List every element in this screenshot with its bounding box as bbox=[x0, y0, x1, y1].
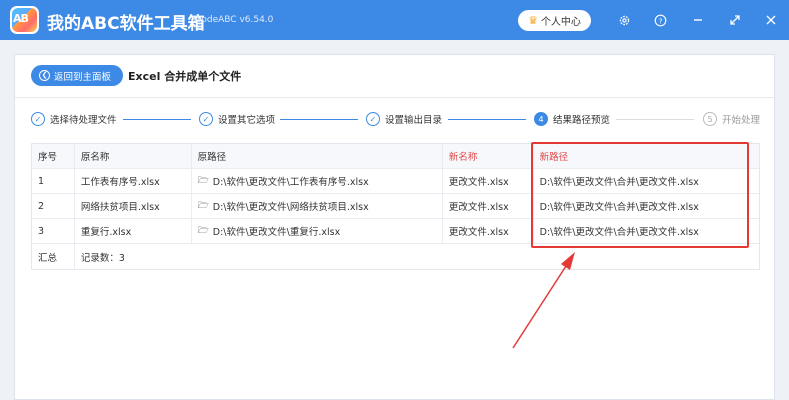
annotation-arrow bbox=[512, 252, 575, 349]
